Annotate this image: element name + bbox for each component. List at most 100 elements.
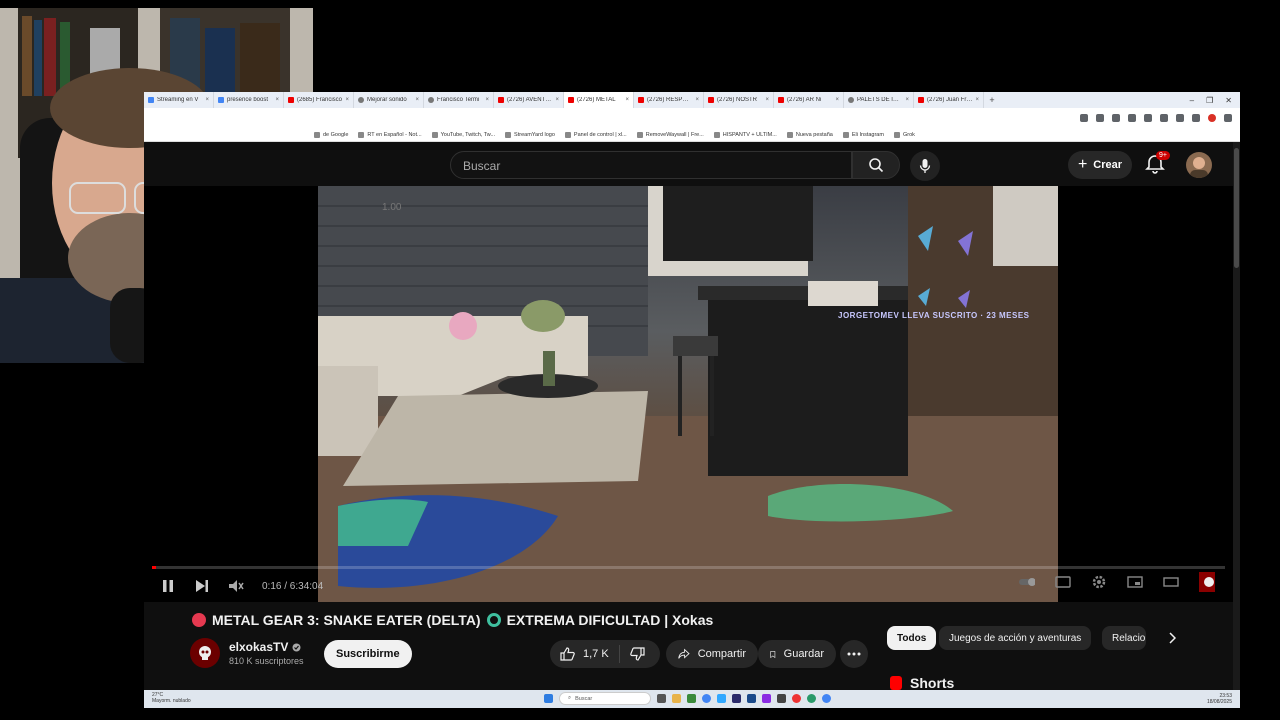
close-icon[interactable]: × [625,97,629,103]
pause-button[interactable] [160,578,176,594]
task-view-icon[interactable] [657,694,666,703]
video-player[interactable]: 1.00 JORGETOMEV LLEVA SUSCRITO · 23 MESE… [144,186,1233,602]
bookmark[interactable]: Grok [893,131,915,138]
bookmark[interactable]: HISPANTV + ULTIM... [713,131,777,138]
voice-search-button[interactable] [910,151,940,181]
app-icon[interactable] [687,694,696,703]
channel-watermark[interactable] [1199,572,1215,592]
new-tab-button[interactable]: + [984,95,1000,105]
autoplay-icon [1019,578,1035,586]
close-icon[interactable]: × [975,97,979,103]
close-icon[interactable]: × [485,97,489,103]
create-button[interactable]: + Crear [1068,151,1132,179]
chrome-icon[interactable] [702,694,711,703]
close-icon[interactable]: × [555,97,559,103]
file-explorer-icon[interactable] [672,694,681,703]
chips-next-button[interactable] [1162,628,1182,648]
bookmark[interactable]: Panel de control | xl... [564,131,627,138]
channel-avatar[interactable] [190,638,220,668]
browser-tab[interactable]: Francisco Termi × [424,92,494,108]
close-icon[interactable]: × [905,97,909,103]
chip-related[interactable]: Relacio [1102,626,1146,650]
browser-tab[interactable]: (2726) AVENTUR × [494,92,564,108]
browser-tab[interactable]: Mejorar sonido × [354,92,424,108]
bookmark[interactable]: RT en Español - Not... [358,131,422,138]
browser-tab-active[interactable]: (2726) METAL × [564,92,634,108]
app-icon[interactable] [792,694,801,703]
sidebar-icon[interactable] [1176,114,1184,122]
chip-all[interactable]: Todos [887,626,937,650]
taskbar-search[interactable]: ⌕ Buscar [559,692,651,705]
close-icon[interactable]: × [835,97,839,103]
browser-tab[interactable]: presence boost × [214,92,284,108]
skip-next-icon [196,580,208,592]
close-icon[interactable]: × [205,97,209,103]
download-icon[interactable] [1192,114,1200,122]
settings-button[interactable] [1091,574,1107,590]
save-button[interactable]: Guardar [758,640,836,668]
close-icon[interactable]: × [415,97,419,103]
shorts-section-header: Shorts [890,675,954,691]
close-window-icon[interactable]: ✕ [1225,96,1232,105]
app-icon[interactable] [777,694,786,703]
translate-icon[interactable] [1096,114,1104,122]
profile-icon[interactable] [1208,114,1216,122]
share-button[interactable]: Compartir [666,640,758,668]
restore-icon[interactable]: ❐ [1206,96,1213,105]
install-icon[interactable] [1080,114,1088,122]
weather-widget[interactable]: 27°C Mayorm. nublado [152,692,191,704]
progress-bar[interactable] [152,566,1225,569]
next-button[interactable] [194,578,210,594]
close-icon[interactable]: × [275,97,279,103]
close-icon[interactable]: × [765,97,769,103]
windows-start-icon[interactable] [544,694,553,703]
menu-icon[interactable] [1224,114,1232,122]
search-input[interactable]: Buscar [450,151,852,179]
app-icon[interactable] [807,694,816,703]
premiere-icon[interactable] [732,694,741,703]
bookmark[interactable]: YouTube, Twitch, Tw... [431,131,495,138]
extension-icon[interactable] [1144,114,1152,122]
star-icon[interactable] [1112,114,1120,122]
scrollbar-thumb[interactable] [1234,148,1239,268]
browser-tab[interactable]: PALETS DE IMPEC× [844,92,914,108]
browser-tab[interactable]: (2685) Francisco × [284,92,354,108]
bookmark[interactable]: de Google [314,131,348,138]
screen-capture: Streaming en V × presence boost × (2685) F… [144,92,1240,708]
system-clock[interactable]: 23:53 18/08/2025 [1207,693,1232,705]
dislike-button[interactable] [620,640,655,668]
close-icon[interactable]: × [345,97,349,103]
youtube-icon [288,97,294,103]
photoshop-icon[interactable] [717,694,726,703]
browser-tab[interactable]: Streaming en V × [144,92,214,108]
minimize-icon[interactable]: – [1190,96,1194,105]
browser-tab[interactable]: (2726) AR Ni × [774,92,844,108]
app-icon[interactable] [747,694,756,703]
bookmark[interactable]: RemoveWaywall | Fre... [636,131,704,138]
browser-tab[interactable]: (2726) Juan Fran × [914,92,984,108]
extension-icon[interactable] [1128,114,1136,122]
close-icon[interactable]: × [695,97,699,103]
search-icon: ⌕ [568,695,572,701]
browser-tab[interactable]: (2726) RESPUEST× [634,92,704,108]
theater-mode-button[interactable] [1163,574,1179,590]
account-avatar[interactable] [1186,152,1212,178]
mute-button[interactable] [228,578,244,594]
chip-action-adventure-games[interactable]: Juegos de acción y aventuras [939,626,1092,650]
app-icon[interactable] [762,694,771,703]
bookmark[interactable]: Eli Instagram [842,131,884,138]
miniplayer-button[interactable] [1127,574,1143,590]
browser-tab[interactable]: (2726) NOSTR × [704,92,774,108]
like-button[interactable]: 1,7 K [550,640,619,668]
search-button[interactable] [852,151,900,179]
subtitles-button[interactable] [1055,574,1071,590]
more-actions-button[interactable] [840,640,868,668]
bookmark[interactable]: Nueva pestaña [786,131,833,138]
autoplay-toggle[interactable] [1019,574,1035,590]
chrome-icon[interactable] [822,694,831,703]
subscribe-button[interactable]: Suscribirme [324,640,412,668]
bookmark[interactable]: StreamYard logo [505,131,555,138]
extension-icon[interactable] [1160,114,1168,122]
youtube-header: Buscar + Crear 9+ [144,143,1240,186]
channel-name[interactable]: elxokasTV [229,640,304,654]
